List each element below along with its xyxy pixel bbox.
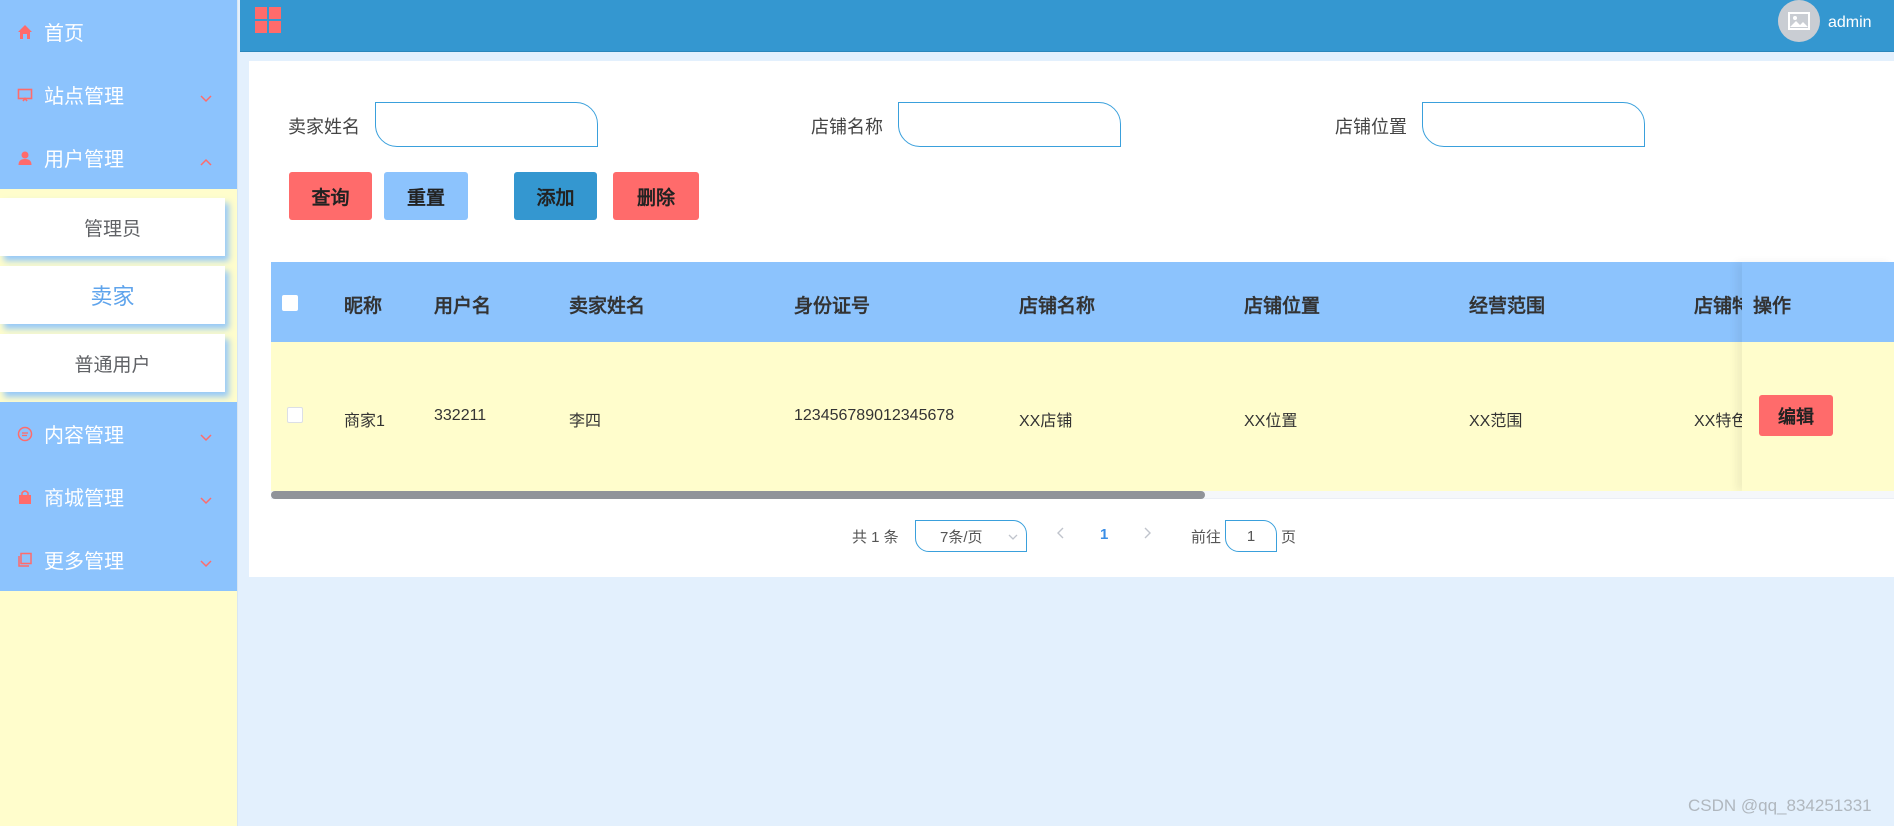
reset-button[interactable]: 重置 — [384, 172, 468, 220]
next-page-icon[interactable] — [1142, 526, 1152, 543]
menu-item-content-management[interactable]: 内容管理 — [0, 402, 237, 465]
cell-nickname: 商家1 — [344, 413, 385, 430]
column-header-username: 用户名 — [434, 296, 492, 317]
top-header: admin — [240, 0, 1894, 52]
delete-button[interactable]: 删除 — [613, 172, 699, 220]
column-header-id-number: 身份证号 — [794, 296, 871, 317]
page-suffix-label: 页 — [1281, 529, 1297, 546]
goto-page-input[interactable]: 1 — [1225, 520, 1277, 552]
column-header-seller-name: 卖家姓名 — [569, 296, 646, 317]
home-icon — [16, 23, 34, 41]
row-checkbox[interactable] — [287, 407, 303, 423]
column-header-action: 操作 — [1753, 296, 1792, 317]
user-submenu: 管理员 卖家 普通用户 — [0, 189, 237, 402]
page-size-select[interactable]: 7条/页 — [915, 520, 1027, 552]
column-header-business-scope: 经营范围 — [1469, 296, 1546, 317]
seller-name-input[interactable] — [375, 102, 598, 147]
cell-shop-name: XX店铺 — [1019, 413, 1073, 430]
shop-location-input[interactable] — [1422, 102, 1645, 147]
chevron-down-icon — [199, 552, 213, 575]
table-scrollbar[interactable] — [271, 491, 1894, 499]
column-header-shop-name: 店铺名称 — [1019, 296, 1096, 317]
cell-username: 332211 — [434, 407, 487, 424]
menu-item-label: 首页 — [44, 23, 84, 45]
menu-item-mall-management[interactable]: 商城管理 — [0, 465, 237, 528]
image-icon — [1788, 12, 1810, 30]
sidebar: 首页 站点管理 用户管理 管理员 卖家 普通用户 内容管理 商城管理 更多管理 — [0, 0, 238, 826]
menu-item-home[interactable]: 首页 — [0, 0, 237, 63]
menu-item-label: 内容管理 — [44, 425, 124, 447]
select-all-checkbox[interactable] — [282, 295, 298, 311]
bag-icon — [16, 488, 34, 506]
submenu-item-seller[interactable]: 卖家 — [0, 266, 225, 324]
username-label[interactable]: admin — [1828, 14, 1872, 32]
cell-id-number: 123456789012345678 — [794, 407, 955, 424]
column-header-shop-feature: 店铺特 — [1694, 296, 1742, 317]
prev-page-icon[interactable] — [1056, 526, 1066, 543]
avatar[interactable] — [1778, 0, 1820, 42]
edit-button[interactable]: 编辑 — [1759, 395, 1833, 436]
chevron-down-icon — [1008, 534, 1018, 540]
pagination-total: 共 1 条 — [852, 529, 899, 546]
user-icon — [16, 149, 34, 167]
scrollbar-thumb[interactable] — [271, 491, 1205, 499]
chevron-down-icon — [199, 87, 213, 110]
chevron-down-icon — [199, 426, 213, 449]
add-button[interactable]: 添加 — [514, 172, 597, 220]
shop-name-label: 店铺名称 — [811, 117, 883, 137]
submenu-item-regular-user[interactable]: 普通用户 — [0, 334, 225, 392]
cell-seller-name: 李四 — [569, 413, 602, 430]
seller-name-label: 卖家姓名 — [288, 117, 360, 137]
chevron-up-icon — [199, 150, 213, 173]
table-row — [271, 342, 1894, 491]
column-header-shop-location: 店铺位置 — [1244, 296, 1321, 317]
grid-menu-icon[interactable] — [255, 7, 281, 33]
goto-label: 前往 — [1191, 529, 1222, 546]
menu-item-site-management[interactable]: 站点管理 — [0, 63, 237, 126]
menu-item-label: 更多管理 — [44, 551, 124, 573]
chevron-down-icon — [199, 489, 213, 512]
column-header-nickname: 昵称 — [344, 296, 383, 317]
cell-business-scope: XX范围 — [1469, 413, 1523, 430]
chat-icon — [16, 425, 34, 443]
shop-name-input[interactable] — [898, 102, 1121, 147]
copy-icon — [16, 551, 34, 569]
menu-item-label: 用户管理 — [44, 149, 124, 171]
shop-location-label: 店铺位置 — [1335, 117, 1407, 137]
submenu-item-admin[interactable]: 管理员 — [0, 198, 225, 256]
cell-shop-feature: XX特色 — [1694, 413, 1742, 430]
menu-item-user-management[interactable]: 用户管理 — [0, 126, 237, 189]
monitor-icon — [16, 86, 34, 104]
watermark-text: CSDN @qq_834251331 — [1688, 796, 1872, 815]
menu-item-label: 商城管理 — [44, 488, 124, 510]
query-button[interactable]: 查询 — [289, 172, 372, 220]
menu-item-label: 站点管理 — [44, 86, 124, 108]
page-number-current[interactable]: 1 — [1100, 526, 1108, 543]
page-size-value: 7条/页 — [940, 528, 983, 546]
cell-shop-location: XX位置 — [1244, 413, 1298, 430]
menu-item-more-management[interactable]: 更多管理 — [0, 528, 237, 591]
